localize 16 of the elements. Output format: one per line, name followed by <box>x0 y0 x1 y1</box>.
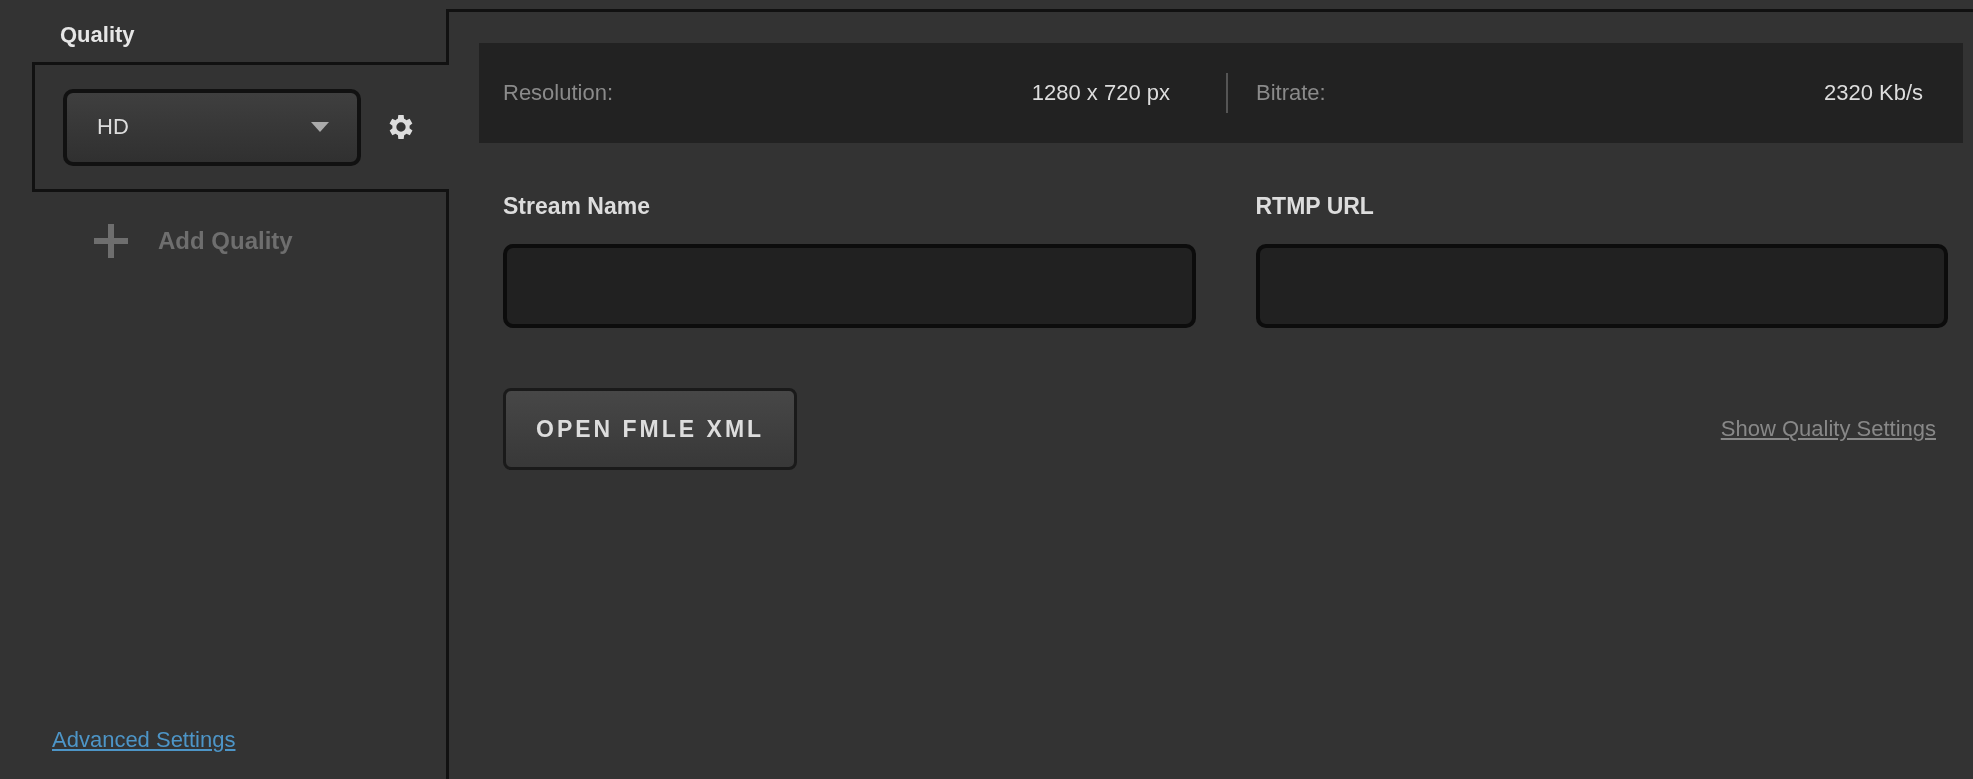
caret-icon <box>311 122 329 132</box>
open-xml-button[interactable]: OPEN FMLE XML <box>503 388 798 470</box>
section-title: Quality <box>59 21 136 49</box>
field-label: Stream Name <box>503 193 652 220</box>
input-field[interactable] <box>503 244 1196 328</box>
quality-dropdown[interactable]: HD <box>63 88 361 166</box>
advanced-settings-link[interactable]: Advanced Settings <box>52 727 236 753</box>
info-label: Resolution: <box>503 80 614 106</box>
quality-item[interactable]: HD <box>32 62 449 192</box>
info-value: 1280 x 720 px <box>1031 80 1170 106</box>
info-label: Bitrate: <box>1256 80 1326 106</box>
show-quality-settings-link[interactable]: Show Quality Settings <box>1720 416 1936 442</box>
plus-icon[interactable] <box>94 224 128 258</box>
input-field[interactable] <box>1255 244 1948 328</box>
info-value: 2320 Kb/s <box>1823 80 1923 106</box>
field-label: RTMP URL <box>1255 193 1375 220</box>
